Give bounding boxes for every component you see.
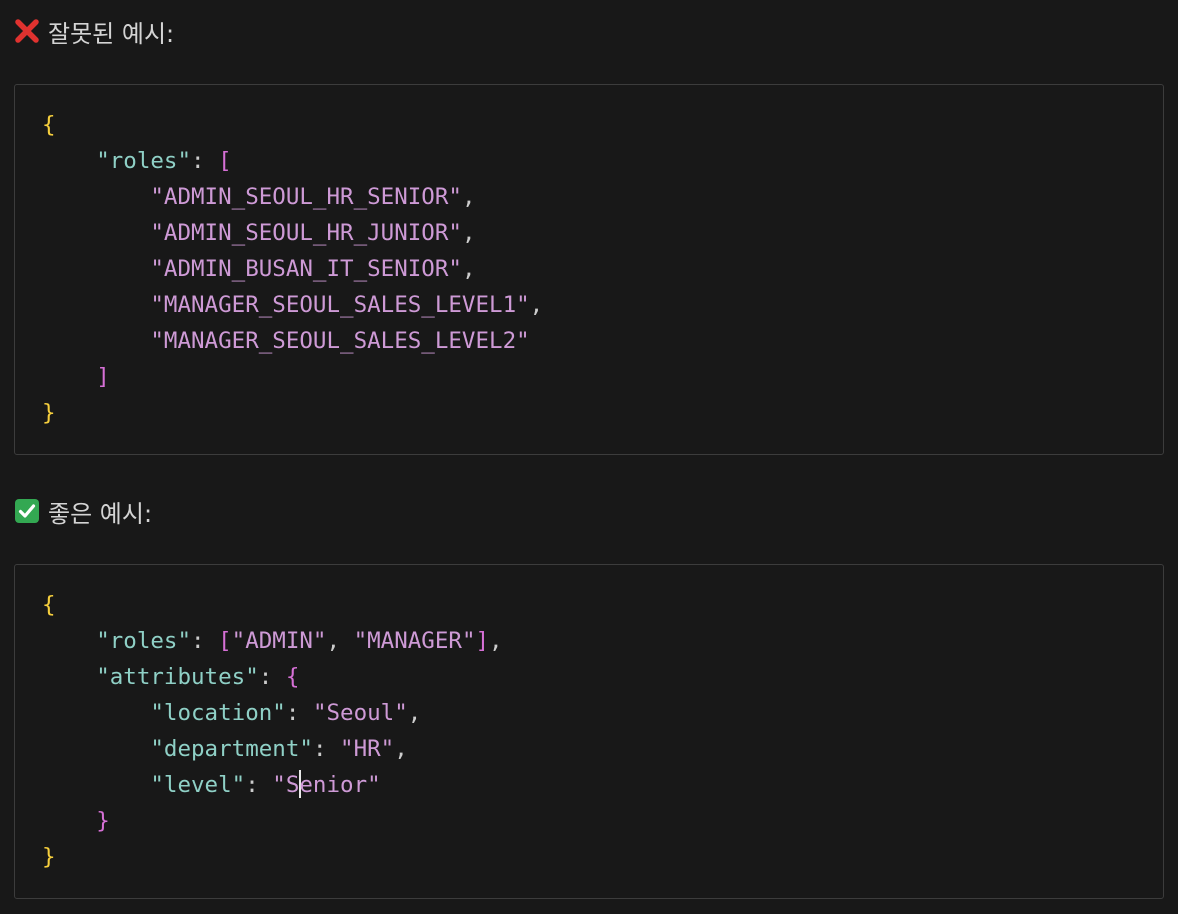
good-example-code-block[interactable]: { "roles": ["ADMIN", "MANAGER"], "attrib… [14, 564, 1164, 899]
json-string: "MANAGER" [353, 628, 476, 654]
json-string: "MANAGER_SEOUL_SALES_LEVEL1" [150, 292, 530, 318]
code-line: "roles": ["ADMIN", "MANAGER"], [96, 628, 503, 654]
bad-example-heading-text: 잘못된 예시: [48, 19, 175, 48]
json-string: "ADMIN_BUSAN_IT_SENIOR" [150, 256, 462, 282]
code-line: "location": "Seoul", [150, 700, 422, 726]
code-line: "department": "HR", [150, 736, 408, 762]
good-example-heading-text: 좋은 예시: [48, 499, 153, 528]
bad-example-heading: 잘못된 예시: [14, 14, 174, 48]
json-key: "attributes" [96, 664, 259, 690]
json-string: "HR" [340, 736, 395, 762]
json-key: "roles" [96, 148, 192, 174]
code-line: } [42, 844, 56, 870]
check-mark-icon [14, 498, 40, 524]
code-line: "MANAGER_SEOUL_SALES_LEVEL1", [150, 292, 544, 318]
json-string: "Seoul" [312, 700, 408, 726]
json-key: "roles" [96, 628, 192, 654]
json-key: "department" [150, 736, 313, 762]
code-line: "roles": [ [96, 148, 232, 174]
code-line: "ADMIN_SEOUL_HR_SENIOR", [150, 184, 476, 210]
code-line: "level": "Senior" [150, 770, 381, 798]
json-string: "ADMIN" [231, 628, 327, 654]
json-key: "location" [150, 700, 286, 726]
json-string: enior" [299, 772, 381, 798]
json-key: "level" [150, 772, 246, 798]
code-line: { [42, 592, 56, 618]
good-example-code: { "roles": ["ADMIN", "MANAGER"], "attrib… [42, 587, 503, 875]
bad-example-code: { "roles": [ "ADMIN_SEOUL_HR_SENIOR", "A… [42, 107, 543, 431]
bad-example-code-block[interactable]: { "roles": [ "ADMIN_SEOUL_HR_SENIOR", "A… [14, 84, 1164, 455]
code-line: "attributes": { [96, 664, 300, 690]
code-line: { [42, 112, 56, 138]
json-string: "MANAGER_SEOUL_SALES_LEVEL2" [150, 328, 530, 354]
code-line: "ADMIN_SEOUL_HR_JUNIOR", [150, 220, 476, 246]
cross-mark-icon [14, 18, 40, 44]
json-string: "S [272, 772, 300, 798]
code-line: "ADMIN_BUSAN_IT_SENIOR", [150, 256, 476, 282]
code-line: ] [96, 364, 110, 390]
code-line: } [42, 400, 56, 426]
json-string: "ADMIN_SEOUL_HR_SENIOR" [150, 184, 462, 210]
json-string: "ADMIN_SEOUL_HR_JUNIOR" [150, 220, 462, 246]
good-example-heading: 좋은 예시: [14, 494, 152, 528]
code-line: } [96, 808, 110, 834]
code-line: "MANAGER_SEOUL_SALES_LEVEL2" [42, 323, 543, 359]
